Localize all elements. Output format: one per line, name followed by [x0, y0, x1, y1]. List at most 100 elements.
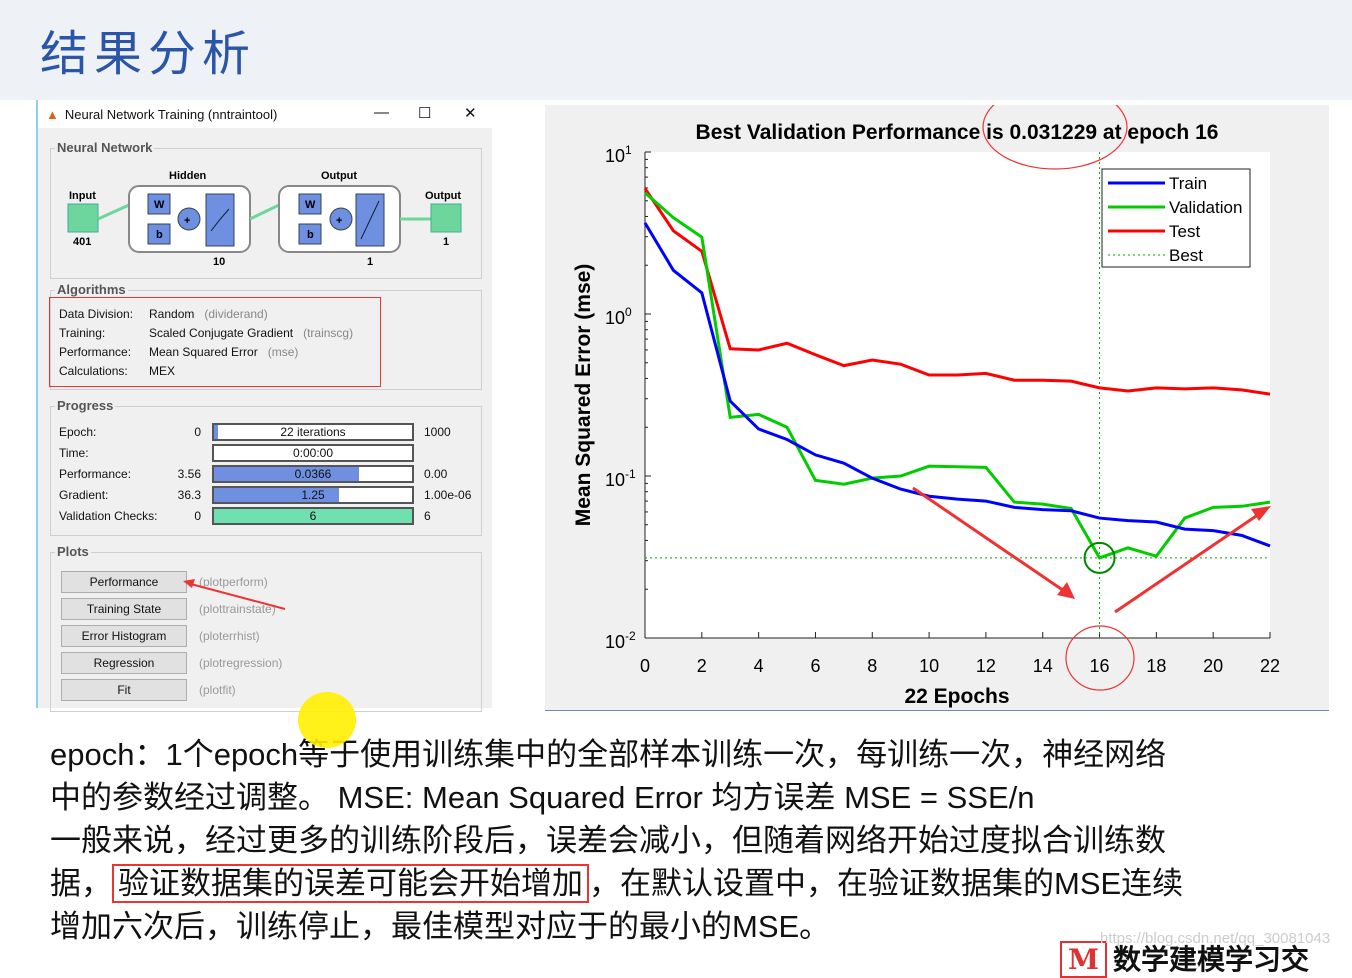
plot-button-error-histogram[interactable]: Error Histogram — [61, 625, 187, 647]
text-line: 一般来说，经过更多的训练阶段后，误差会减小，但随着网络开始过度拟合训练数 — [50, 823, 1166, 858]
algorithm-value: Mean Squared Error — [149, 345, 258, 359]
x-tick-label: 22 — [1260, 656, 1280, 676]
progress-start: 0 — [194, 509, 201, 523]
x-tick-label: 18 — [1146, 656, 1166, 676]
progress-label: Performance: — [59, 467, 132, 481]
x-tick-label: 2 — [697, 656, 707, 676]
matlab-logo-icon: ▲ — [46, 106, 59, 122]
progress-label: Time: — [59, 446, 89, 460]
highlighted-text: 验证数据集的误差可能会开始增加 — [112, 864, 589, 903]
legend-entry: Best — [1169, 246, 1203, 265]
progress-bar: 0.0366 — [212, 465, 414, 483]
performance-chart: Best Validation Performance is 0.031229 … — [545, 84, 1329, 711]
progress-end: 0.00 — [424, 467, 448, 481]
plot-function: (plotregression) — [199, 656, 283, 670]
text-line: 中的参数经过调整。 MSE: Mean Squared Error 均方误差 M… — [50, 780, 1035, 815]
section-title: Plots — [55, 544, 91, 559]
y-tick-label: 10-2 — [605, 629, 636, 652]
progress-end: 6 — [424, 509, 431, 523]
progress-text: 1.25 — [301, 488, 325, 502]
algorithm-function: (mse) — [267, 345, 299, 359]
x-tick-label: 14 — [1033, 656, 1053, 676]
slide-header: 结果分析 — [0, 0, 1352, 100]
close-button[interactable]: ✕ — [464, 104, 477, 122]
minimize-button[interactable]: — — [374, 104, 389, 121]
legend-entry: Test — [1169, 222, 1200, 241]
cursor-highlight — [298, 692, 356, 748]
progress-bar: 6 — [212, 507, 414, 525]
text-span: ，在默认设置中，在验证数据集的MSE连续 — [589, 866, 1184, 901]
plot-button-fit[interactable]: Fit — [61, 679, 187, 701]
progress-group: Progress Epoch: 0 22 iterations 1000 Time: 0:… — [50, 398, 482, 536]
text-span: 据， — [50, 866, 112, 901]
section-title: Neural Network — [55, 140, 155, 155]
slide-title: 结果分析 — [40, 26, 257, 82]
output-layer-label: Output — [321, 170, 357, 182]
progress-text: 6 — [309, 509, 317, 523]
text-line: 据， 验证数据集的误差可能会开始增加 ，在默认设置中，在验证数据集的MSE连续 — [50, 862, 1183, 905]
algorithms-group: Algorithms Data Division: Random (dividera… — [49, 282, 482, 390]
algorithm-row: Data Division: Random (dividerand) — [59, 307, 268, 321]
output-size: 1 — [443, 236, 449, 248]
x-tick-label: 12 — [976, 656, 996, 676]
plot-button-regression[interactable]: Regression — [61, 652, 187, 674]
progress-start: 0 — [194, 425, 201, 439]
progress-fill — [214, 467, 359, 481]
text-line: epoch：1个epoch等于使用训练集中的全部样本训练一次，每训练一次，神经网… — [50, 737, 1167, 772]
watermark: https://blog.csdn.net/qq_30081043 — [1100, 930, 1331, 947]
w-label: W — [154, 199, 165, 211]
output-label: Output — [425, 190, 461, 202]
algorithm-function: (trainscg) — [303, 326, 354, 340]
svg-text:b: b — [307, 229, 314, 241]
plots-group: Plots Performance (plotperform) Training S… — [50, 544, 482, 712]
progress-start: 36.3 — [177, 488, 201, 502]
plot-function: (ploterrhist) — [199, 629, 260, 643]
progress-text: 0.0366 — [294, 467, 332, 481]
progress-bar: 22 iterations — [212, 423, 414, 441]
progress-label: Validation Checks: — [59, 509, 158, 523]
y-tick-label: 100 — [605, 305, 632, 328]
output-layer-size: 1 — [367, 256, 373, 268]
progress-text: 22 iterations — [280, 425, 346, 439]
b-label: b — [156, 229, 163, 241]
progress-bar: 1.25 — [212, 486, 414, 504]
x-tick-label: 4 — [754, 656, 764, 676]
progress-fill — [214, 425, 219, 439]
legend-entry: Train — [1169, 174, 1207, 193]
progress-end: 1.00e-06 — [424, 488, 472, 502]
section-title: Algorithms — [55, 282, 128, 297]
algorithm-row: Calculations: MEX — [59, 364, 185, 378]
algorithm-label: Calculations: — [59, 364, 128, 378]
explanation-text: epoch：1个epoch等于使用训练集中的全部样本训练一次，每训练一次，神经网… — [50, 733, 1183, 948]
algorithm-label: Performance: — [59, 345, 132, 359]
text-line: 增加六次后，训练停止，最佳模型对应于的最小的MSE。 — [50, 909, 831, 944]
y-axis-label: Mean Squared Error (mse) — [572, 264, 595, 527]
algorithm-function: (dividerand) — [204, 307, 268, 321]
annotation-arrow — [183, 579, 286, 610]
x-tick-label: 10 — [919, 656, 939, 676]
input-label: Input — [69, 190, 96, 202]
algorithm-value: Random — [149, 307, 195, 321]
progress-label: Gradient: — [59, 488, 109, 502]
algorithm-value: Scaled Conjugate Gradient — [149, 326, 294, 340]
svg-text:+: + — [336, 215, 342, 227]
input-size: 401 — [73, 236, 91, 248]
logo-text: 数学建模学习交 — [1113, 944, 1310, 975]
nntraintool-window: ▲ Neural Network Training (nntraintool) … — [36, 100, 492, 712]
x-tick-label: 8 — [867, 656, 877, 676]
legend-entry: Validation — [1169, 198, 1242, 217]
y-tick-label: 10-1 — [605, 467, 636, 490]
algorithm-row: Training: Scaled Conjugate Gradient (train… — [59, 326, 353, 340]
y-tick-label: 101 — [605, 143, 632, 166]
progress-text: 0:00:00 — [292, 446, 334, 460]
progress-label: Epoch: — [59, 425, 97, 439]
neural-network-group: Neural Network Input 401 Hidden W b + 10… — [50, 140, 482, 279]
hidden-size: 10 — [213, 256, 225, 268]
plot-button-performance[interactable]: Performance — [61, 571, 187, 593]
x-tick-label: 6 — [810, 656, 820, 676]
section-title: Progress — [55, 398, 116, 413]
plot-button-training-state[interactable]: Training State — [61, 598, 187, 620]
maximize-button[interactable]: ☐ — [418, 104, 431, 122]
chart-title: Best Validation Performance is 0.031229 … — [696, 121, 1219, 144]
network-diagram: Input 401 Hidden W b + 10 Output W b + 1… — [67, 170, 462, 268]
